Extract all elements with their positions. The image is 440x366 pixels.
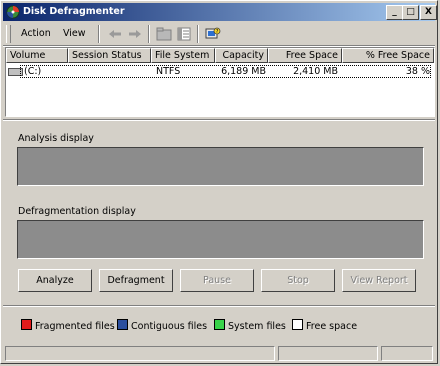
- legend-free-label: Free space: [306, 321, 358, 332]
- defragment-button[interactable]: Defragment: [99, 269, 173, 292]
- menu-action[interactable]: Action: [21, 28, 51, 39]
- cell-free-space: 2,410 MB: [293, 66, 338, 77]
- properties-icon[interactable]: [176, 27, 192, 41]
- legend-system: System files: [214, 319, 286, 332]
- up-folder-icon[interactable]: [156, 27, 172, 41]
- title-bar[interactable]: Disk Defragmenter _ □ X: [3, 3, 437, 21]
- cell-capacity: 6,189 MB: [221, 66, 266, 77]
- legend-divider: [3, 305, 435, 307]
- analyze-button[interactable]: Analyze: [18, 269, 92, 292]
- legend-free: Free space: [292, 319, 357, 332]
- analysis-display-label: Analysis display: [18, 133, 94, 144]
- defragmentation-display-label: Defragmentation display: [18, 206, 136, 217]
- column-header-capacity[interactable]: Capacity: [215, 48, 268, 63]
- legend: Fragmented files Contiguous files System…: [11, 319, 431, 333]
- legend-fragmented-label: Fragmented files: [35, 321, 115, 332]
- volume-list[interactable]: Volume Session Status File System Capaci…: [5, 47, 435, 117]
- menu-toolbar: Action View ?: [3, 23, 435, 45]
- view-report-button[interactable]: View Report: [342, 269, 416, 292]
- status-bar-pane-1: [5, 346, 275, 361]
- system-swatch: [214, 319, 225, 330]
- minimize-button[interactable]: _: [386, 5, 403, 20]
- forward-arrow-icon[interactable]: [127, 27, 143, 41]
- toolbar-separator: [197, 25, 199, 43]
- close-button[interactable]: X: [420, 5, 437, 20]
- defragmenter-app-icon: [6, 5, 20, 19]
- contiguous-swatch: [117, 319, 128, 330]
- defragmentation-display: [17, 220, 424, 259]
- legend-fragmented: Fragmented files: [21, 319, 115, 332]
- legend-contiguous: Contiguous files: [117, 319, 207, 332]
- free-space-swatch: [292, 319, 303, 330]
- stop-button[interactable]: Stop: [261, 269, 335, 292]
- pause-button[interactable]: Pause: [180, 269, 254, 292]
- status-bar-pane-2: [278, 346, 378, 361]
- toolbar-separator: [98, 25, 100, 43]
- cell-volume: (C:): [24, 66, 42, 77]
- column-header-session-status[interactable]: Session Status: [68, 48, 151, 63]
- toolbar-separator: [148, 25, 150, 43]
- analysis-display: [17, 147, 424, 186]
- fragmented-swatch: [21, 319, 32, 330]
- volume-row[interactable]: (C:) NTFS 6,189 MB 2,410 MB 38 %: [6, 65, 434, 79]
- legend-system-label: System files: [228, 321, 286, 332]
- disk-defragmenter-window: Disk Defragmenter _ □ X Action View ? Vo…: [0, 0, 438, 364]
- legend-contiguous-label: Contiguous files: [131, 321, 208, 332]
- toolbar-grip[interactable]: [6, 25, 11, 43]
- cell-pct-free: 38 %: [405, 66, 430, 77]
- panel-divider: [3, 119, 435, 121]
- column-header-pct-free-space[interactable]: % Free Space: [342, 48, 434, 63]
- column-header-file-system[interactable]: File System: [151, 48, 215, 63]
- window-title: Disk Defragmenter: [23, 6, 125, 17]
- maximize-button[interactable]: □: [402, 5, 419, 20]
- back-arrow-icon[interactable]: [107, 27, 123, 41]
- svg-text:?: ?: [216, 29, 219, 35]
- cell-file-system: NTFS: [156, 66, 181, 77]
- column-header-free-space[interactable]: Free Space: [268, 48, 342, 63]
- status-bar-pane-3: [381, 346, 433, 361]
- column-header-volume[interactable]: Volume: [6, 48, 68, 63]
- help-icon[interactable]: ?: [205, 27, 221, 41]
- menu-view[interactable]: View: [63, 28, 86, 39]
